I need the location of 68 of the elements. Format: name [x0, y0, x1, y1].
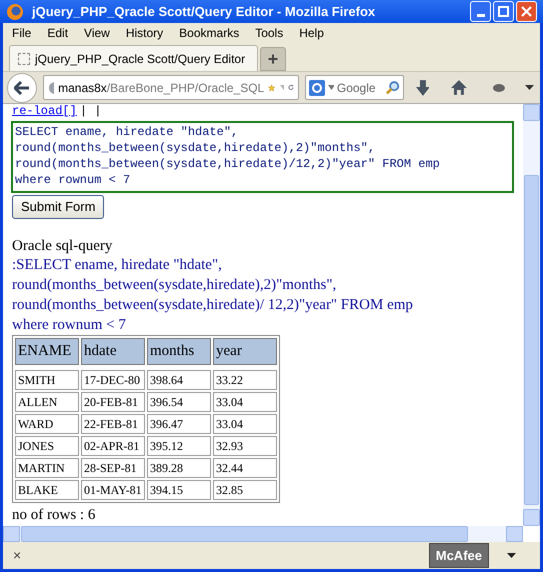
- table-cell: 32.93: [213, 436, 277, 456]
- address-text: manas8x/BareBone_PHP/Oracle_SQL: [58, 80, 264, 96]
- table-cell: 22-FEB-81: [81, 414, 145, 434]
- search-field[interactable]: Google: [304, 75, 404, 100]
- table-cell: SMITH: [15, 370, 79, 390]
- vertical-scrollbar[interactable]: [523, 104, 540, 526]
- separator-text: | |: [80, 104, 102, 119]
- table-cell: 33.22: [213, 370, 277, 390]
- menu-item[interactable]: Tools: [255, 24, 284, 42]
- table-cell: 17-DEC-80: [81, 370, 145, 390]
- new-tab-button[interactable]: +: [260, 47, 286, 71]
- table-cell: 01-MAY-81: [81, 480, 145, 500]
- back-arrow-icon: [14, 80, 30, 94]
- column-header: year: [213, 338, 277, 364]
- minimize-button[interactable]: [470, 1, 491, 22]
- menu-item[interactable]: Bookmarks: [179, 24, 240, 42]
- maximize-icon: [498, 6, 509, 17]
- home-icon[interactable]: [451, 80, 468, 95]
- reload-link[interactable]: re-load[]: [12, 104, 77, 119]
- result-heading: Oracle sql-query: [12, 236, 114, 254]
- table-cell: 398.64: [147, 370, 211, 390]
- close-button[interactable]: [516, 1, 537, 22]
- back-button[interactable]: [7, 72, 37, 102]
- horizontal-scrollbar[interactable]: [3, 526, 523, 542]
- table-cell: ALLEN: [15, 392, 79, 412]
- table-cell: 33.04: [213, 392, 277, 412]
- table-cell: MARTIN: [15, 458, 79, 478]
- menu-item[interactable]: History: [126, 24, 164, 42]
- submit-button[interactable]: Submit Form: [12, 195, 104, 218]
- maximize-button[interactable]: [493, 1, 514, 22]
- table-cell: JONES: [15, 436, 79, 456]
- menu-item[interactable]: File: [12, 24, 32, 42]
- security-badge[interactable]: McAfee: [428, 542, 489, 568]
- search-icon[interactable]: [386, 80, 400, 95]
- table-cell: 33.04: [213, 414, 277, 434]
- column-header: months: [147, 338, 211, 364]
- tab[interactable]: jQuery_PHP_Qracle Scott/Query Editor: [9, 45, 258, 71]
- table-cell: 394.15: [147, 480, 211, 500]
- table-cell: 395.12: [147, 436, 211, 456]
- table-cell: 02-APR-81: [81, 436, 145, 456]
- menu-item[interactable]: Help: [299, 24, 324, 42]
- search-engine-icon[interactable]: [308, 80, 324, 96]
- download-arrow-icon[interactable]: [416, 80, 430, 96]
- row-count-text: no of rows : 6: [12, 506, 96, 524]
- address-field[interactable]: manas8x/BareBone_PHP/Oracle_SQL: [42, 75, 298, 100]
- minimize-icon: [476, 14, 484, 17]
- browser-logo-icon: [6, 2, 24, 20]
- menu-item[interactable]: Edit: [47, 24, 68, 42]
- table-cell: 396.47: [147, 414, 211, 434]
- column-header: hdate: [81, 338, 145, 364]
- table-cell: 28-SEP-81: [81, 458, 145, 478]
- result-query-text: :SELECT ename, hiredate "hdate", round(months_between(sysdate,hiredate),2)"months", round(months_between(sysdate,hiredate)/ 12,2)"year" FROM emp where rownum < 7: [12, 256, 414, 334]
- table-cell: 20-FEB-81: [81, 392, 145, 412]
- table-cell: WARD: [15, 414, 79, 434]
- window-title: jQuery_PHP_Qracle Scott/Query Editor - Mozilla Firefox: [32, 2, 376, 21]
- table-cell: 32.44: [213, 458, 277, 478]
- column-header: ENAME: [15, 338, 79, 364]
- search-input[interactable]: Google: [336, 78, 383, 96]
- table-cell: BLAKE: [15, 480, 79, 500]
- table-cell: 32.85: [213, 480, 277, 500]
- table-cell: 389.28: [147, 458, 211, 478]
- page-icon: [18, 52, 30, 64]
- table-cell: 396.54: [147, 392, 211, 412]
- menu-arrow-icon[interactable]: [525, 85, 534, 90]
- close-icon: [521, 6, 532, 17]
- close-button[interactable]: ×: [13, 545, 421, 566]
- query-textarea[interactable]: SELECT ename, hiredate "hdate", round(months_between(sysdate,hiredate),2)"months", round(months_between(sysdate,hiredate)/12,2)"year" FROM emp where rownum < 7: [11, 121, 514, 193]
- menu-item[interactable]: View: [84, 24, 110, 42]
